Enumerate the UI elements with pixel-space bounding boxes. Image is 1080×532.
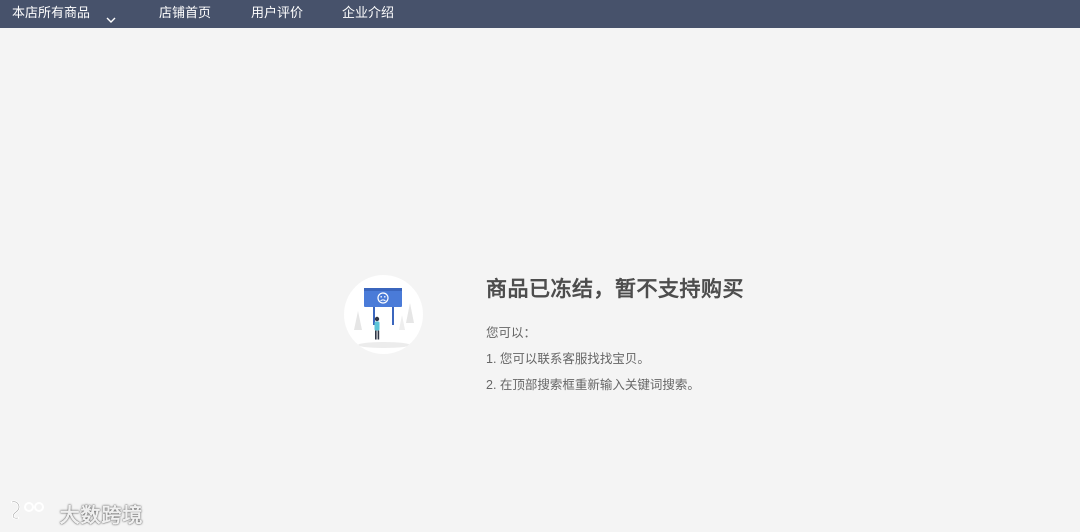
frozen-product-illustration: [344, 275, 423, 354]
watermark-text: 大数跨境: [59, 504, 144, 527]
nav-all-products-dropdown[interactable]: 本店所有商品: [12, 0, 116, 28]
nav-store-home-link[interactable]: 店铺首页: [159, 0, 211, 28]
watermark: 大数跨境: [8, 498, 144, 528]
hint-label: 您可以：: [486, 326, 537, 340]
suggestion-contact-service: 1. 您可以联系客服找找宝贝。: [486, 352, 650, 366]
nav-company-intro-link[interactable]: 企业介绍: [342, 0, 394, 28]
nav-all-products-label: 本店所有商品: [12, 5, 91, 20]
frozen-product-title: 商品已冻结，暂不支持购买: [486, 278, 744, 301]
top-navigation-bar: 本店所有商品 店铺首页 用户评价 企业介绍: [0, 0, 1080, 28]
main-content: 商品已冻结，暂不支持购买 您可以： 1. 您可以联系客服找找宝贝。 2. 在顶部…: [0, 28, 1080, 532]
suggestion-search-again: 2. 在顶部搜索框重新输入关键词搜索。: [486, 378, 700, 392]
watermark-logo: [8, 498, 50, 528]
nav-user-reviews-link[interactable]: 用户评价: [251, 0, 303, 28]
